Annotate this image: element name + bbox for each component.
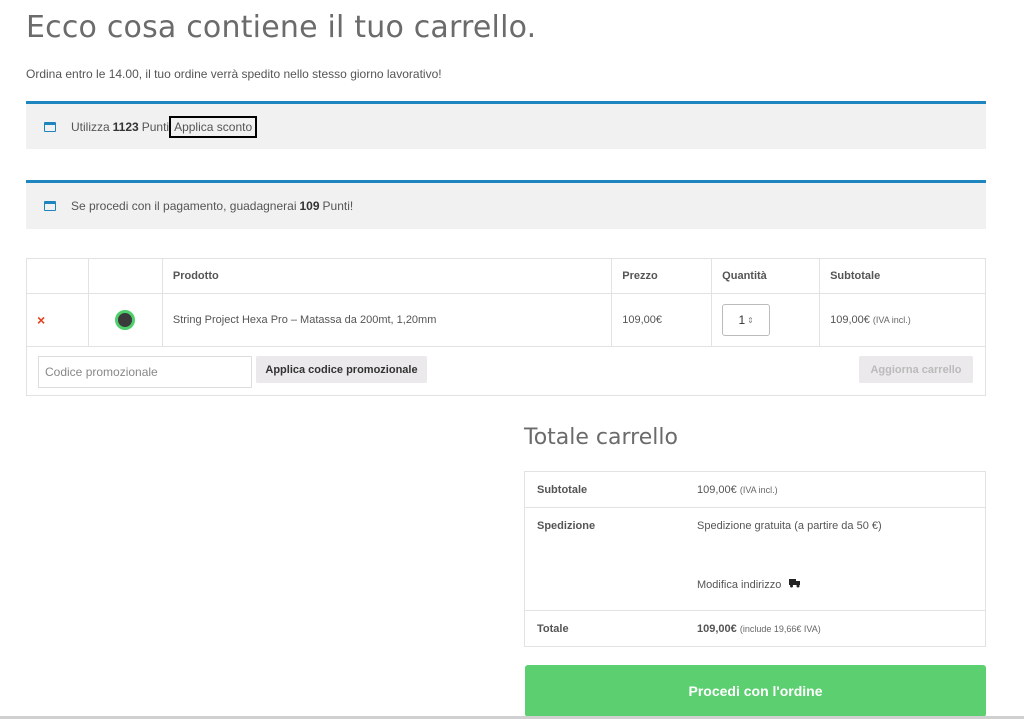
points-use-amount: 1123 <box>112 119 139 134</box>
cart-header-row: Prodotto Prezzo Quantità Subtotale <box>26 258 986 294</box>
totals-total-label: Totale <box>524 610 685 647</box>
totals-total-cell: 109,00€ (include 19,66€ IVA) <box>685 610 986 647</box>
product-subtotal: 109,00€ <box>830 314 870 326</box>
points-use-prefix: Utilizza <box>71 119 110 134</box>
product-subtotal-cell: 109,00€ (IVA incl.) <box>819 293 986 347</box>
totals-subtotal-label: Subtotale <box>524 471 685 508</box>
column-header-product: Prodotto <box>161 258 613 294</box>
product-price: 109,00€ <box>611 293 713 347</box>
update-cart-button[interactable]: Aggiorna carrello <box>859 356 973 383</box>
quantity-cell: 1 ⇕ <box>711 293 821 347</box>
modify-address-label: Modifica indirizzo <box>697 578 782 591</box>
remove-item-icon[interactable]: × <box>26 293 89 347</box>
totals-total-row: Totale 109,00€ (include 19,66€ IVA) <box>524 610 986 647</box>
product-thumbnail-cell <box>87 293 163 347</box>
points-use-suffix: Punti <box>141 119 170 134</box>
info-window-icon <box>44 121 56 132</box>
column-header-price: Prezzo <box>611 258 713 294</box>
points-earn-notice: Se procedi con il pagamento, guadagnerai… <box>26 180 986 229</box>
points-earn-suffix: Punti! <box>322 199 354 213</box>
points-earn-amount: 109 <box>299 199 320 213</box>
product-name[interactable]: String Project Hexa Pro – Matassa da 200… <box>161 293 613 347</box>
cart-totals-title: Totale carrello <box>524 425 678 450</box>
proceed-to-checkout-button[interactable]: Procedi con l'ordine <box>525 665 986 717</box>
column-header-subtotal: Subtotale <box>819 258 986 294</box>
spinner-arrows-icon[interactable]: ⇕ <box>747 316 754 325</box>
totals-subtotal-cell: 109,00€ (IVA incl.) <box>685 471 986 508</box>
modify-address-link[interactable]: Modifica indirizzo <box>697 578 973 591</box>
points-redeem-notice: Utilizza 1123 Punti Applica sconto <box>26 101 986 149</box>
totals-shipping-row: Spedizione Spedizione gratuita (a partir… <box>524 507 986 611</box>
totals-subtotal-note: (IVA incl.) <box>739 484 778 495</box>
apply-discount-link[interactable]: Applica sconto <box>169 115 258 138</box>
quantity-stepper[interactable]: 1 ⇕ <box>722 304 771 336</box>
product-thumbnail[interactable] <box>115 310 136 330</box>
shipping-method: Spedizione gratuita (a partire da 50 €) <box>697 520 882 532</box>
coupon-code-input[interactable]: Codice promozionale <box>38 356 252 388</box>
shipping-cutoff-notice: Ordina entro le 14.00, il tuo ordine ver… <box>26 67 442 81</box>
quantity-value: 1 <box>738 313 746 327</box>
totals-shipping-cell: Spedizione gratuita (a partire da 50 €) … <box>685 507 986 611</box>
column-header-quantity: Quantità <box>711 258 821 294</box>
column-header-thumbnail <box>87 258 163 294</box>
info-window-icon <box>44 201 56 211</box>
totals-total-value: 109,00€ <box>697 622 737 635</box>
table-row: × String Project Hexa Pro – Matassa da 2… <box>26 293 986 347</box>
totals-shipping-label: Spedizione <box>524 507 685 611</box>
totals-subtotal-row: Subtotale 109,00€ (IVA incl.) <box>524 471 986 508</box>
cart-totals-table: Subtotale 109,00€ (IVA incl.) Spedizione… <box>524 471 986 647</box>
points-earn-prefix: Se procedi con il pagamento, guadagnerai <box>71 199 297 213</box>
totals-subtotal-value: 109,00€ <box>697 483 737 496</box>
apply-coupon-button[interactable]: Applica codice promozionale <box>256 356 427 383</box>
product-subtotal-note: (IVA incl.) <box>872 315 911 325</box>
column-header-remove <box>26 258 89 294</box>
totals-total-note: (include 19,66€ IVA) <box>739 623 821 634</box>
truck-icon <box>789 578 801 591</box>
page-title: Ecco cosa contiene il tuo carrello. <box>26 10 537 45</box>
